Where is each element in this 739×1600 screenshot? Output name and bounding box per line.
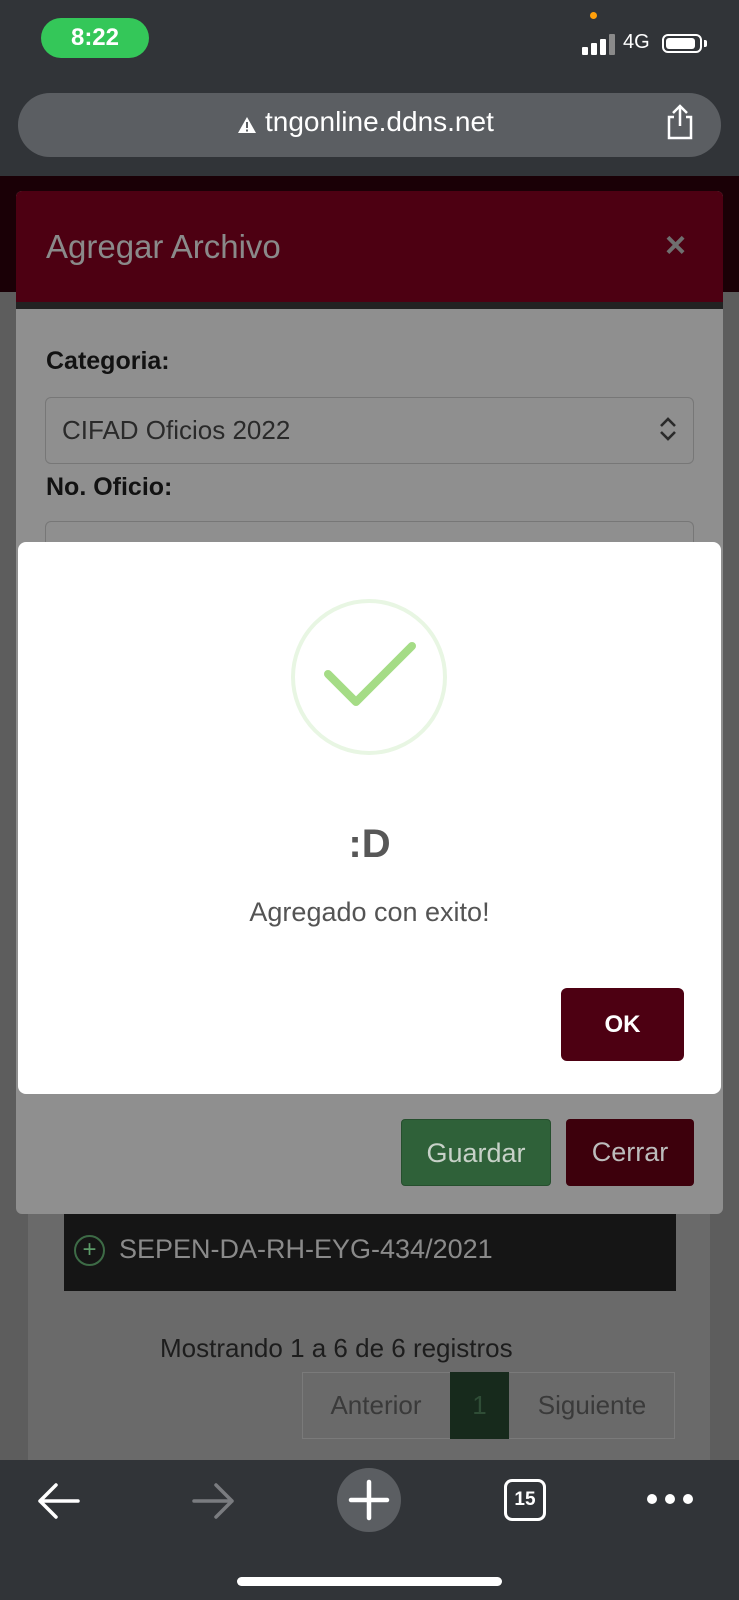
forward-arrow-icon[interactable]	[190, 1479, 238, 1523]
back-arrow-icon[interactable]	[34, 1479, 82, 1523]
battery-tip	[704, 40, 707, 47]
alert-message: Agregado con exito!	[249, 897, 490, 927]
close-button[interactable]: Cerrar	[566, 1119, 694, 1186]
chevron-updown-icon	[660, 417, 676, 441]
share-icon[interactable]	[665, 104, 695, 140]
home-indicator	[237, 1577, 502, 1586]
expand-row-icon[interactable]: +	[74, 1235, 105, 1266]
url-text[interactable]: tngonline.ddns.net	[265, 106, 494, 138]
categoria-label: Categoria:	[46, 347, 170, 375]
records-info: Mostrando 1 a 6 de 6 registros	[160, 1333, 513, 1363]
pagination-next-button[interactable]: Siguiente	[509, 1372, 675, 1439]
pagination-previous-button[interactable]: Anterior	[302, 1372, 450, 1439]
alert-title: :D	[348, 822, 391, 866]
battery-icon	[662, 34, 702, 53]
plus-icon	[348, 1479, 390, 1521]
tabs-count-button[interactable]: 15	[504, 1479, 546, 1521]
mic-indicator-dot	[590, 12, 597, 19]
network-type: 4G	[623, 31, 650, 53]
modal-title: Agregar Archivo	[46, 228, 281, 265]
row-oficio-text: SEPEN-DA-RH-EYG-434/2021	[119, 1234, 493, 1264]
save-button[interactable]: Guardar	[401, 1119, 551, 1186]
checkmark-icon	[324, 642, 416, 706]
warning-icon	[238, 117, 256, 133]
new-tab-button[interactable]	[337, 1468, 401, 1532]
ok-button[interactable]: OK	[561, 988, 684, 1061]
status-time: 8:22	[41, 18, 149, 58]
close-icon[interactable]: ×	[665, 224, 686, 266]
more-menu-icon[interactable]	[646, 1492, 694, 1506]
pagination-page-1[interactable]: 1	[450, 1372, 509, 1439]
categoria-selected-value: CIFAD Oficios 2022	[62, 415, 291, 445]
cell-signal-icon	[582, 33, 616, 55]
oficio-label: No. Oficio:	[46, 473, 173, 501]
